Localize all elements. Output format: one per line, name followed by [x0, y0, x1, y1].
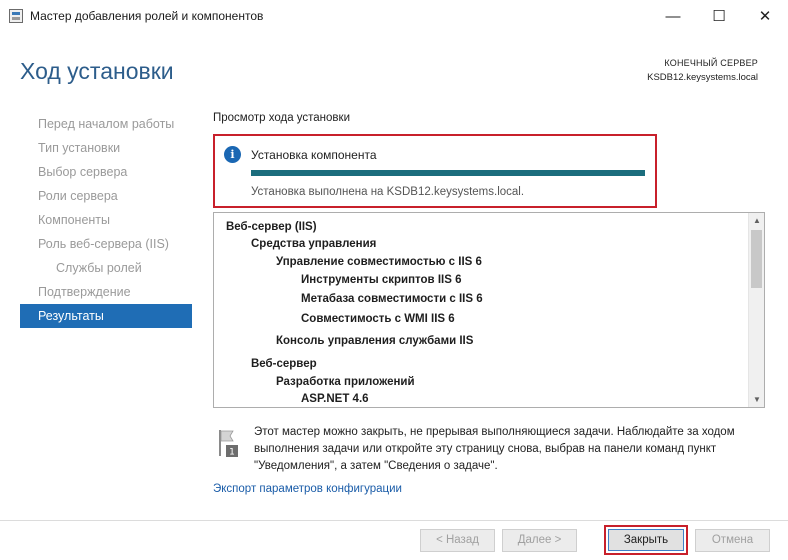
sidebar-item-installation-type: Тип установки — [38, 141, 121, 155]
section-label: Просмотр хода установки — [213, 112, 350, 124]
page-title: Ход установки — [20, 58, 174, 84]
wizard-header: Ход установки КОНЕЧНЫЙ СЕРВЕР KSDB12.key… — [0, 32, 788, 96]
list-item: Управление совместимостью с IIS 6 — [276, 256, 482, 268]
svg-text:1: 1 — [229, 448, 235, 458]
title-bar: Мастер добавления ролей и компонентов — … — [0, 0, 788, 32]
list-item: Веб-сервер — [251, 358, 317, 370]
scroll-down-arrow-icon[interactable]: ▼ — [753, 395, 761, 404]
sidebar-item-web-server-role: Роль веб-сервера (IIS) — [38, 237, 169, 251]
wizard-steps-sidebar: Перед началом работы Тип установки Выбор… — [20, 112, 192, 328]
scroll-up-arrow-icon[interactable]: ▲ — [753, 216, 761, 225]
export-config-link[interactable]: Экспорт параметров конфигурации — [213, 483, 402, 495]
sidebar-item-server-roles: Роли сервера — [38, 189, 118, 203]
destination-server-caption: КОНЕЧНЫЙ СЕРВЕР — [664, 58, 758, 68]
results-list[interactable]: Веб-сервер (IIS) Средства управления Упр… — [213, 212, 765, 408]
window-title: Мастер добавления ролей и компонентов — [30, 9, 264, 23]
maximize-button[interactable]: ☐ — [696, 0, 742, 32]
sidebar-item-role-services: Службы ролей — [56, 261, 142, 275]
list-item: ASP.NET 4.6 — [301, 393, 369, 405]
note-text: Этот мастер можно закрыть, не прерывая в… — [254, 426, 735, 472]
next-button[interactable]: Далее > — [502, 529, 577, 552]
info-icon: i — [224, 146, 241, 163]
progress-panel: i Установка компонента Установка выполне… — [213, 134, 657, 208]
progress-bar — [251, 170, 645, 176]
wizard-footer: < Назад Далее > Закрыть Отмена — [0, 520, 788, 560]
footer-divider — [0, 520, 788, 521]
list-item: Веб-сервер (IIS) — [226, 221, 317, 233]
sidebar-item-before-you-begin: Перед началом работы — [38, 117, 175, 131]
progress-fill — [251, 170, 645, 176]
sidebar-item-confirmation: Подтверждение — [38, 285, 131, 299]
list-item: Совместимость с WMI IIS 6 — [301, 313, 455, 325]
cancel-button[interactable]: Отмена — [695, 529, 770, 552]
list-item: Консоль управления службами IIS — [276, 335, 474, 347]
sidebar-item-results[interactable]: Результаты — [20, 304, 192, 328]
list-item: Метабаза совместимости с IIS 6 — [301, 293, 483, 305]
progress-status: Установка выполнена на KSDB12.keysystems… — [251, 186, 525, 198]
app-icon — [9, 9, 23, 23]
progress-title: Установка компонента — [251, 148, 377, 162]
close-button[interactable]: Закрыть — [608, 529, 684, 551]
close-button-highlight: Закрыть — [604, 525, 688, 555]
results-scrollbar[interactable]: ▲ ▼ — [748, 213, 764, 407]
back-button[interactable]: < Назад — [420, 529, 495, 552]
list-item: Инструменты скриптов IIS 6 — [301, 274, 462, 286]
list-item: Средства управления — [251, 238, 377, 250]
scroll-thumb[interactable] — [751, 230, 762, 288]
list-item: Разработка приложений — [276, 376, 415, 388]
sidebar-item-features: Компоненты — [38, 213, 111, 227]
close-window-button[interactable]: ✕ — [742, 0, 788, 32]
minimize-button[interactable]: — — [650, 0, 696, 32]
flag-notification-icon: 1 — [219, 430, 238, 458]
sidebar-item-server-selection: Выбор сервера — [38, 165, 128, 179]
destination-server-name: KSDB12.keysystems.local — [647, 72, 758, 83]
